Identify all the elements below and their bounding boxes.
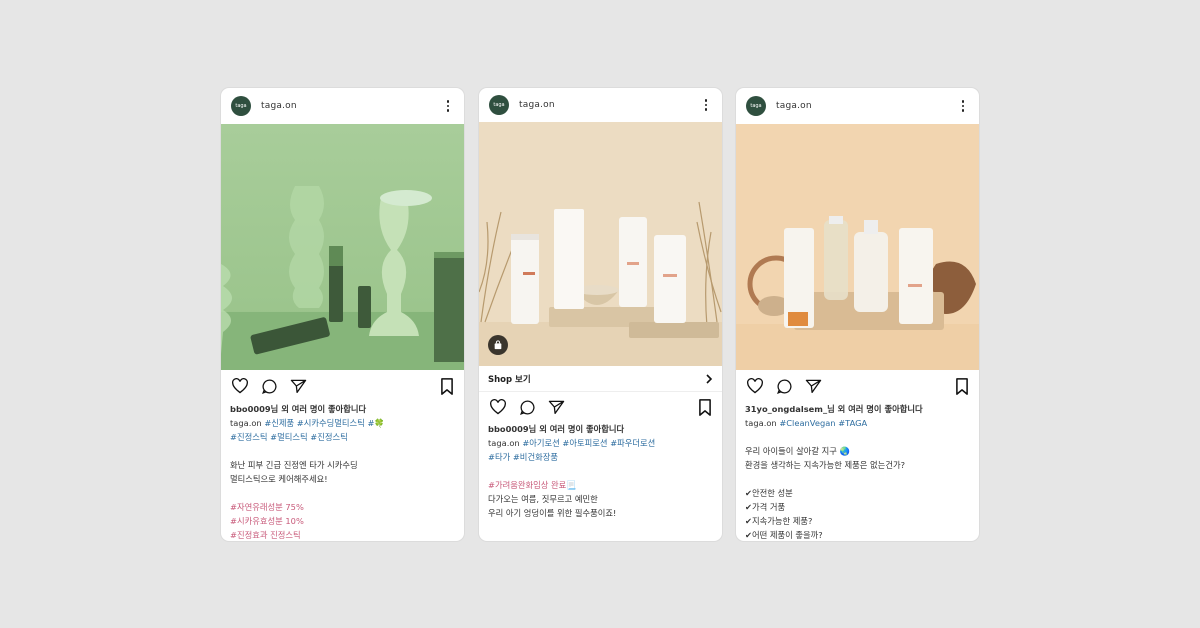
comment-icon[interactable] bbox=[519, 399, 536, 416]
caption-hashtags[interactable]: #CleanVegan #TAGA bbox=[779, 418, 867, 428]
caption-body-line: 우리 아이들이 살아갈 지구 🌏 bbox=[745, 446, 850, 456]
post-caption: bbo0009님 외 여러 명이 좋아합니다 taga.on #신제품 #시카수… bbox=[221, 402, 464, 541]
share-icon[interactable] bbox=[290, 378, 307, 394]
caption-body-line: 우리 아기 엉덩이를 위한 필수품이죠! bbox=[488, 508, 617, 518]
avatar[interactable]: taga bbox=[231, 96, 251, 116]
comment-icon[interactable] bbox=[776, 378, 793, 395]
more-options-icon[interactable] bbox=[442, 100, 454, 112]
clover-icon: 🍀 bbox=[374, 418, 385, 428]
caption-line: taga.on #CleanVegan #TAGA bbox=[745, 416, 970, 430]
caption-line: taga.on #신제품 #시카수딩멀티스틱 #🍀 bbox=[230, 416, 455, 430]
liked-by-text[interactable]: bbo0009님 외 여러 명이 좋아합니다 bbox=[230, 402, 455, 416]
liked-by-text[interactable]: 31yo_ongdalsem_님 외 여러 명이 좋아합니다 bbox=[745, 402, 970, 416]
caption-stat: #자연유래성분 75% bbox=[230, 502, 304, 512]
caption-author[interactable]: taga.on bbox=[230, 418, 262, 428]
bookmark-icon[interactable] bbox=[955, 377, 969, 395]
post-actions bbox=[221, 370, 464, 402]
caption-checklist-item: ✔지속가능한 제품? bbox=[745, 516, 813, 526]
caption-body-line: 화난 피부 긴급 진정엔 타가 시카수딩 bbox=[230, 460, 358, 470]
liked-by-text[interactable]: bbo0009님 외 여러 명이 좋아합니다 bbox=[488, 422, 713, 436]
comment-icon[interactable] bbox=[261, 378, 278, 395]
caption-body-line: 멀티스틱으로 케어해주세요! bbox=[230, 474, 328, 484]
post-header: taga taga.on bbox=[736, 88, 979, 124]
post-image[interactable] bbox=[221, 124, 464, 370]
notepad-icon: 📃 bbox=[566, 480, 577, 490]
caption-stat: #시카유효성분 10% bbox=[230, 516, 304, 526]
post-actions bbox=[736, 370, 979, 402]
like-heart-icon[interactable] bbox=[489, 399, 507, 415]
caption-hashtags[interactable]: #진정스틱 #멀티스틱 #진정스틱 bbox=[230, 430, 455, 444]
post-card-1: taga taga.on bbo0009님 외 여러 명이 좋아합니다 taga… bbox=[221, 88, 464, 541]
username[interactable]: taga.on bbox=[261, 101, 442, 111]
caption-author[interactable]: taga.on bbox=[745, 418, 777, 428]
bookmark-icon[interactable] bbox=[698, 398, 712, 416]
caption-hashtags[interactable]: #가려움완화임상 완료 bbox=[488, 480, 566, 490]
caption-stat: #진정효과 진정스틱 bbox=[230, 530, 301, 540]
caption-body-line: 다가오는 여름, 짓무르고 예민한 bbox=[488, 494, 598, 504]
caption-body-line: 환경을 생각하는 지속가능한 제품은 없는건가? bbox=[745, 460, 905, 470]
more-options-icon[interactable] bbox=[957, 100, 969, 112]
post-image[interactable] bbox=[479, 122, 722, 366]
caption-hashtags[interactable]: #아기로션 #아토피로션 #파우더로션 bbox=[522, 438, 655, 448]
shop-link[interactable]: Shop 보기 bbox=[479, 366, 722, 392]
caption-checklist-item: ✔어떤 제품이 좋을까? bbox=[745, 530, 823, 540]
post-caption: 31yo_ongdalsem_님 외 여러 명이 좋아합니다 taga.on #… bbox=[736, 402, 979, 541]
beige-product-photo bbox=[479, 122, 722, 366]
caption-hashtags[interactable]: #신제품 #시카수딩멀티스틱 # bbox=[264, 418, 374, 428]
post-caption: bbo0009님 외 여러 명이 좋아합니다 taga.on #아기로션 #아토… bbox=[479, 422, 722, 520]
share-icon[interactable] bbox=[805, 378, 822, 394]
green-product-photo bbox=[221, 124, 464, 370]
caption-line: taga.on #아기로션 #아토피로션 #파우더로션 bbox=[488, 436, 713, 450]
avatar[interactable]: taga bbox=[746, 96, 766, 116]
post-actions bbox=[479, 392, 722, 422]
bookmark-icon[interactable] bbox=[440, 377, 454, 395]
post-card-2: taga taga.on Shop 보기 bbo0009님 외 여러 명이 좋아… bbox=[479, 88, 722, 541]
like-heart-icon[interactable] bbox=[231, 378, 249, 394]
post-header: taga taga.on bbox=[221, 88, 464, 124]
post-header: taga taga.on bbox=[479, 88, 722, 122]
caption-author[interactable]: taga.on bbox=[488, 438, 520, 448]
like-heart-icon[interactable] bbox=[746, 378, 764, 394]
avatar[interactable]: taga bbox=[489, 95, 509, 115]
caption-checklist-item: ✔가격 거품 bbox=[745, 502, 786, 512]
chevron-right-icon bbox=[706, 373, 713, 384]
shop-label: Shop 보기 bbox=[488, 374, 531, 385]
peach-product-photo bbox=[736, 124, 979, 370]
shopping-bag-icon[interactable] bbox=[488, 335, 508, 355]
caption-checklist-item: ✔안전한 성분 bbox=[745, 488, 793, 498]
share-icon[interactable] bbox=[548, 399, 565, 415]
more-options-icon[interactable] bbox=[700, 99, 712, 111]
caption-line: #가려움완화임상 완료📃 bbox=[488, 478, 713, 492]
post-card-3: taga taga.on 31yo_ongdalsem_님 외 여러 명이 좋아… bbox=[736, 88, 979, 541]
username[interactable]: taga.on bbox=[776, 101, 957, 111]
post-image[interactable] bbox=[736, 124, 979, 370]
username[interactable]: taga.on bbox=[519, 100, 700, 110]
caption-hashtags[interactable]: #타가 #비건화장품 bbox=[488, 450, 713, 464]
